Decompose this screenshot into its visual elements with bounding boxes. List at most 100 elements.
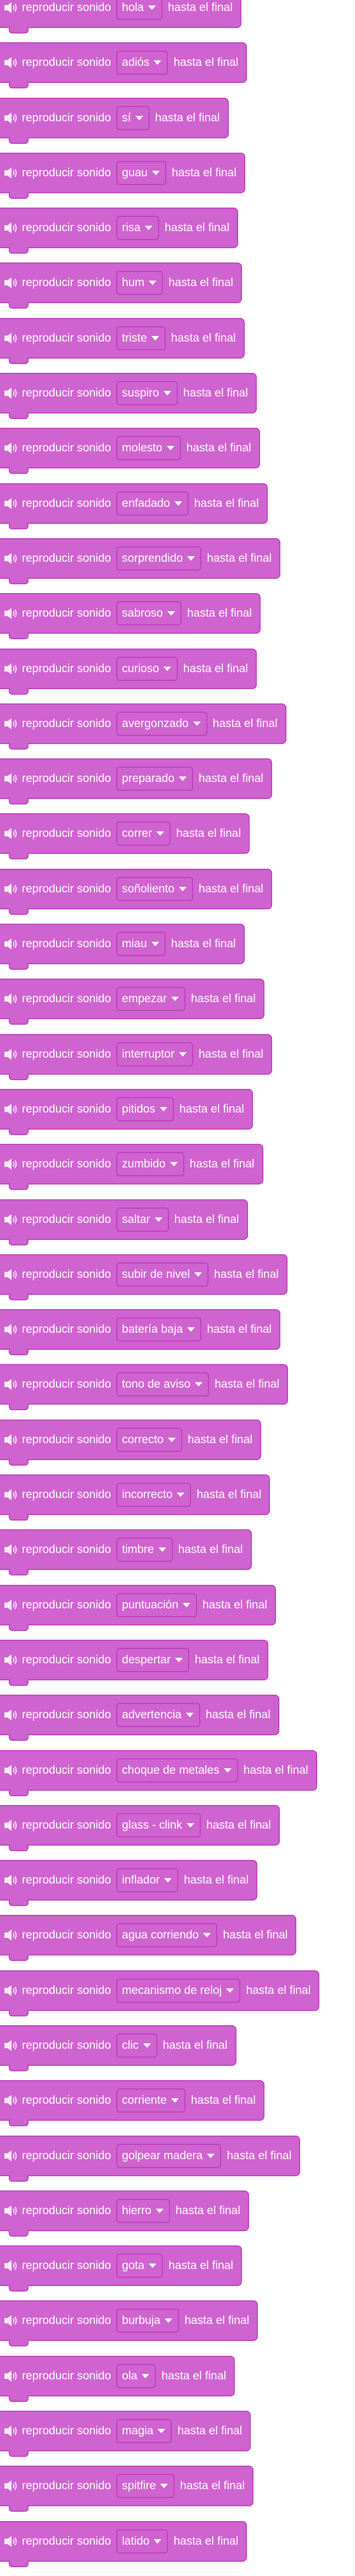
sound-dropdown[interactable]: timbre (116, 1538, 173, 1562)
play-sound-until-done-block[interactable]: reproducir sonido suspiro hasta el final (0, 373, 257, 420)
sound-dropdown[interactable]: guau (116, 160, 166, 185)
sound-dropdown[interactable]: sabroso (116, 601, 182, 626)
play-sound-until-done-block[interactable]: reproducir sonido avergonzado hasta el f… (0, 703, 286, 750)
play-sound-until-done-block[interactable]: reproducir sonido sabroso hasta el final (0, 593, 261, 640)
play-sound-until-done-block[interactable]: reproducir sonido burbuja hasta el final (0, 2300, 258, 2347)
play-sound-until-done-block[interactable]: reproducir sonido molesto hasta el final (0, 428, 260, 474)
sound-dropdown[interactable]: advertencia (116, 1703, 200, 1728)
play-sound-until-done-block[interactable]: reproducir sonido tono de aviso hasta el… (0, 1364, 289, 1411)
sound-dropdown[interactable]: molesto (116, 436, 181, 461)
sound-dropdown[interactable]: correr (116, 822, 171, 846)
play-sound-until-done-block[interactable]: reproducir sonido golpear madera hasta e… (0, 2135, 301, 2182)
speaker-icon (4, 883, 17, 895)
speaker-icon (4, 1875, 17, 1886)
sound-dropdown[interactable]: pitidos (116, 1097, 174, 1121)
play-sound-until-done-block[interactable]: reproducir sonido triste hasta el final (0, 317, 245, 364)
sound-dropdown[interactable]: choque de metales (116, 1758, 238, 1782)
play-sound-until-done-block[interactable]: reproducir sonido risa hasta el final (0, 208, 239, 254)
play-sound-until-done-block[interactable]: reproducir sonido inflador hasta el fina… (0, 1860, 258, 1907)
play-sound-until-done-block[interactable]: reproducir sonido pitidos hasta el final (0, 1088, 253, 1135)
sound-dropdown[interactable]: tono de aviso (116, 1372, 210, 1397)
sound-dropdown[interactable]: corriente (116, 2088, 185, 2113)
sound-dropdown[interactable]: golpear madera (116, 2143, 222, 2168)
play-sound-until-done-block[interactable]: reproducir sonido zumbido hasta el final (0, 1144, 263, 1191)
speaker-icon (4, 2095, 17, 2106)
sound-dropdown[interactable]: correcto (116, 1427, 183, 1452)
sound-dropdown[interactable]: sorprendido (116, 546, 202, 571)
play-sound-until-done-block[interactable]: reproducir sonido enfadado hasta el fina… (0, 483, 268, 529)
play-sound-until-done-block[interactable]: reproducir sonido despertar hasta el fin… (0, 1639, 268, 1686)
play-sound-until-done-block[interactable]: reproducir sonido advertencia hasta el f… (0, 1695, 279, 1741)
play-sound-until-done-block[interactable]: reproducir sonido gota hasta el final (0, 2245, 243, 2292)
sound-dropdown[interactable]: enfadado (116, 491, 189, 516)
play-sound-until-done-block[interactable]: reproducir sonido soñoliento hasta el fi… (0, 868, 272, 915)
play-sound-until-done-block[interactable]: reproducir sonido incorrecto hasta el fi… (0, 1474, 271, 1521)
sound-dropdown[interactable]: avergonzado (116, 711, 207, 736)
play-sound-until-done-block[interactable]: reproducir sonido timbre hasta el final (0, 1529, 252, 1576)
sound-dropdown[interactable]: interruptor (116, 1042, 193, 1066)
sound-dropdown[interactable]: hola (116, 0, 162, 20)
sound-dropdown[interactable]: hierro (116, 2198, 170, 2223)
play-sound-until-done-block[interactable]: reproducir sonido hum hasta el final (0, 262, 243, 309)
sound-dropdown[interactable]: burbuja (116, 2309, 179, 2333)
play-sound-until-done-block[interactable]: reproducir sonido magia hasta el final (0, 2411, 251, 2457)
sound-dropdown[interactable]: soñoliento (116, 876, 194, 901)
sound-dropdown[interactable]: saltar (116, 1207, 169, 1232)
play-sound-until-done-block[interactable]: reproducir sonido clic hasta el final (0, 2025, 236, 2071)
sound-dropdown[interactable]: latido (116, 2529, 168, 2553)
play-sound-until-done-block[interactable]: reproducir sonido subir de nivel hasta e… (0, 1254, 288, 1300)
play-sound-until-done-block[interactable]: reproducir sonido guau hasta el final (0, 152, 245, 199)
play-sound-until-done-block[interactable]: reproducir sonido miau hasta el final (0, 924, 245, 970)
sound-dropdown[interactable]: sí (116, 105, 150, 130)
sound-dropdown[interactable]: suspiro (116, 381, 178, 406)
play-sound-until-done-block[interactable]: reproducir sonido sí hasta el final (0, 97, 229, 144)
sound-dropdown[interactable]: zumbido (116, 1152, 184, 1177)
sound-dropdown[interactable]: clic (116, 2033, 157, 2058)
play-sound-until-done-block[interactable]: reproducir sonido hierro hasta el final (0, 2190, 249, 2237)
chevron-down-icon (168, 1437, 176, 1442)
sound-dropdown[interactable]: glass - clink (116, 1813, 201, 1837)
sound-dropdown[interactable]: miau (116, 932, 166, 957)
sound-dropdown[interactable]: batería baja (116, 1317, 202, 1342)
play-sound-until-done-block[interactable]: reproducir sonido sorprendido hasta el f… (0, 538, 281, 584)
sound-dropdown[interactable]: puntuación (116, 1592, 198, 1617)
block-row: reproducir sonido agua corriendo hasta e… (0, 1915, 355, 1970)
play-sound-until-done-block[interactable]: reproducir sonido puntuación hasta el fi… (0, 1584, 276, 1631)
play-sound-until-done-block[interactable]: reproducir sonido empezar hasta el final (0, 979, 264, 1025)
play-sound-until-done-block[interactable]: reproducir sonido curioso hasta el final (0, 648, 257, 695)
play-sound-until-done-block[interactable]: reproducir sonido adiós hasta el final (0, 42, 247, 89)
play-sound-until-done-block[interactable]: reproducir sonido corriente hasta el fin… (0, 2080, 264, 2127)
play-sound-until-done-block[interactable]: reproducir sonido correcto hasta el fina… (0, 1419, 262, 1466)
sound-dropdown[interactable]: gota (116, 2254, 164, 2278)
play-sound-until-done-block[interactable]: reproducir sonido latido hasta el final (0, 2521, 247, 2567)
play-sound-until-done-block[interactable]: reproducir sonido hola hasta el final (0, 0, 241, 33)
sound-dropdown[interactable]: agua corriendo (116, 1923, 218, 1948)
sound-dropdown[interactable]: spitfire (116, 2474, 175, 2499)
play-sound-until-done-block[interactable]: reproducir sonido agua corriendo hasta e… (0, 1915, 297, 1962)
sound-dropdown[interactable]: subir de nivel (116, 1262, 209, 1287)
sound-dropdown[interactable]: incorrecto (116, 1483, 191, 1507)
play-sound-until-done-block[interactable]: reproducir sonido choque de metales hast… (0, 1750, 317, 1796)
sound-dropdown[interactable]: inflador (116, 1868, 179, 1893)
sound-dropdown[interactable]: ola (116, 2363, 156, 2388)
play-sound-until-done-block[interactable]: reproducir sonido batería baja hasta el … (0, 1309, 281, 1356)
play-sound-until-done-block[interactable]: reproducir sonido mecanismo de reloj has… (0, 1970, 320, 2016)
sound-dropdown[interactable]: mecanismo de reloj (116, 1978, 241, 2003)
play-sound-until-done-block[interactable]: reproducir sonido saltar hasta el final (0, 1199, 248, 1245)
sound-dropdown[interactable]: despertar (116, 1647, 189, 1672)
play-sound-until-done-block[interactable]: reproducir sonido spitfire hasta el fina… (0, 2466, 254, 2512)
sound-dropdown[interactable]: triste (116, 326, 166, 350)
play-sound-until-done-block[interactable]: reproducir sonido ola hasta el final (0, 2355, 235, 2402)
sound-dropdown[interactable]: preparado (116, 767, 194, 791)
play-sound-until-done-block[interactable]: reproducir sonido correr hasta el final (0, 813, 250, 860)
sound-dropdown[interactable]: magia (116, 2419, 172, 2444)
play-sound-until-done-block[interactable]: reproducir sonido preparado hasta el fin… (0, 758, 272, 805)
sound-dropdown[interactable]: hum (116, 271, 164, 295)
sound-dropdown[interactable]: risa (116, 216, 160, 241)
sound-dropdown[interactable]: adiós (116, 51, 168, 75)
play-sound-until-done-block[interactable]: reproducir sonido glass - clink hasta el… (0, 1804, 280, 1851)
play-sound-until-done-block[interactable]: reproducir sonido interruptor hasta el f… (0, 1033, 272, 1080)
sound-dropdown[interactable]: curioso (116, 656, 178, 681)
sound-dropdown[interactable]: empezar (116, 987, 185, 1012)
speaker-icon (4, 2370, 17, 2382)
